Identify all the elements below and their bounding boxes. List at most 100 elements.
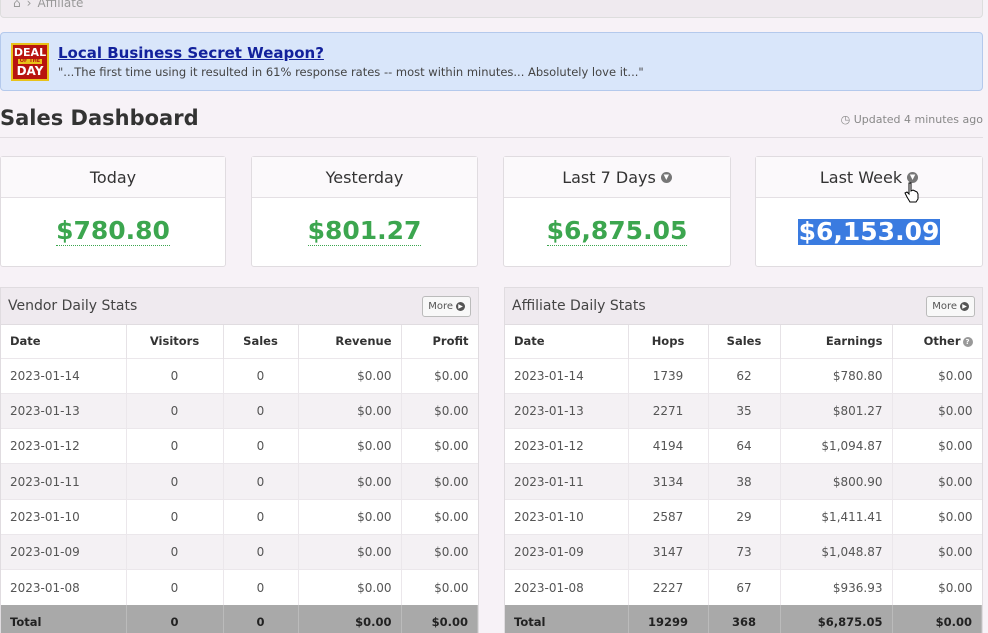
- table-cell: $0.00: [401, 357, 478, 394]
- total-row: Total 19299 368 $6,875.05 $0.00: [505, 605, 982, 633]
- table-cell: $1,094.87: [780, 428, 893, 464]
- deal-of-the-day-logo[interactable]: DEAL OF THE DAY: [11, 42, 49, 81]
- stat-card-today: Today $780.80: [0, 156, 226, 267]
- column-header[interactable]: Earnings: [780, 325, 893, 358]
- stat-card-yesterday: Yesterday $801.27: [251, 156, 478, 267]
- table-cell: 1739: [628, 357, 709, 394]
- table-cell: 2023-01-13: [505, 392, 629, 429]
- hand-cursor-icon: [904, 182, 919, 203]
- stat-value: $780.80: [56, 216, 170, 246]
- table-cell: 2023-01-12: [1, 428, 127, 464]
- total-cell: $6,875.05: [780, 605, 893, 633]
- total-cell: 0: [223, 605, 299, 633]
- table-row: 2023-01-10 2587 29 $1,411.41 $0.00: [505, 498, 982, 535]
- stat-value-selected: $6,153.09: [797, 216, 941, 246]
- table-cell: 62: [708, 357, 781, 394]
- table-cell: $0.00: [401, 498, 478, 535]
- chevron-down-icon[interactable]: ▼: [660, 171, 672, 183]
- table-cell: $0.00: [892, 392, 982, 429]
- table-cell: 2023-01-08: [1, 569, 127, 606]
- column-header[interactable]: Hops: [628, 325, 709, 358]
- table-cell: 64: [708, 428, 781, 464]
- stat-label: Last 7 Days: [562, 167, 656, 187]
- column-header[interactable]: Sales: [708, 325, 781, 358]
- chevron-right-icon: ▶: [456, 301, 465, 311]
- affiliate-daily-stats-panel: Affiliate Daily Stats More ▶ Date Hops Sa…: [504, 287, 983, 633]
- home-icon[interactable]: ⌂: [13, 0, 21, 10]
- table-cell: 0: [223, 533, 299, 570]
- table-cell: $801.27: [780, 392, 893, 429]
- breadcrumb-separator: ›: [26, 0, 32, 10]
- table-cell: 2023-01-10: [1, 498, 127, 535]
- panel-title: Vendor Daily Stats: [8, 298, 138, 314]
- affiliate-stats-table: Date Hops Sales Earnings Other? 2023-01-…: [505, 325, 982, 633]
- table-cell: 2587: [628, 498, 709, 535]
- help-icon[interactable]: ?: [962, 336, 973, 347]
- table-cell: 0: [223, 463, 299, 500]
- table-cell: $0.00: [401, 533, 478, 570]
- table-row: 2023-01-13 2271 35 $801.27 $0.00: [505, 392, 982, 429]
- column-header[interactable]: Visitors: [126, 325, 224, 358]
- table-cell: 35: [708, 392, 781, 429]
- table-cell: $0.00: [298, 533, 402, 570]
- table-cell: 2227: [628, 569, 709, 606]
- table-cell: $0.00: [298, 392, 402, 429]
- total-cell: $0.00: [298, 605, 402, 633]
- table-cell: 29: [708, 498, 781, 535]
- vendor-more-button[interactable]: More ▶: [422, 295, 471, 317]
- table-cell: $0.00: [401, 428, 478, 464]
- divider: [0, 137, 983, 138]
- column-header[interactable]: Sales: [223, 325, 299, 358]
- table-cell: $0.00: [892, 569, 982, 606]
- table-cell: $0.00: [892, 357, 982, 394]
- table-cell: 2023-01-12: [505, 428, 629, 464]
- table-row: 2023-01-13 0 0 $0.00 $0.00: [1, 392, 478, 429]
- table-cell: 2023-01-11: [505, 463, 629, 500]
- table-cell: $800.90: [780, 463, 893, 500]
- total-cell: 19299: [628, 605, 709, 633]
- table-row: 2023-01-11 3134 38 $800.90 $0.00: [505, 463, 982, 500]
- total-cell: $0.00: [401, 605, 478, 633]
- table-cell: 67: [708, 569, 781, 606]
- table-cell: 0: [223, 569, 299, 606]
- breadcrumb-current: Affiliate: [37, 0, 84, 10]
- stat-card-last-7-days: Last 7 Days ▼ $6,875.05: [503, 156, 731, 267]
- total-cell: 0: [126, 605, 224, 633]
- table-cell: $0.00: [892, 428, 982, 464]
- table-cell: 2023-01-08: [505, 569, 629, 606]
- table-cell: 3134: [628, 463, 709, 500]
- stat-label: Last Week: [819, 167, 903, 187]
- table-cell: 73: [708, 533, 781, 570]
- table-cell: 3147: [628, 533, 709, 570]
- table-cell: $1,048.87: [780, 533, 893, 570]
- total-cell: Total: [1, 605, 127, 633]
- chevron-down-icon[interactable]: ▼: [907, 171, 919, 183]
- table-cell: 2023-01-14: [505, 357, 629, 394]
- column-header[interactable]: Date: [505, 325, 629, 358]
- table-cell: $1,411.41: [780, 498, 893, 535]
- column-header[interactable]: Other?: [892, 325, 982, 358]
- column-header[interactable]: Date: [1, 325, 127, 358]
- table-row: 2023-01-14 0 0 $0.00 $0.00: [1, 357, 478, 394]
- table-row: 2023-01-09 3147 73 $1,048.87 $0.00: [505, 533, 982, 570]
- column-header[interactable]: Revenue: [298, 325, 402, 358]
- column-header[interactable]: Profit: [401, 325, 478, 358]
- table-row: 2023-01-14 1739 62 $780.80 $0.00: [505, 357, 982, 394]
- total-row: Total 0 0 $0.00 $0.00: [1, 605, 478, 633]
- table-cell: 0: [223, 392, 299, 429]
- total-cell: Total: [505, 605, 629, 633]
- promo-title-link[interactable]: Local Business Secret Weapon?: [58, 44, 644, 62]
- total-cell: $0.00: [892, 605, 982, 633]
- panel-title: Affiliate Daily Stats: [512, 298, 646, 314]
- stat-card-last-week: Last Week ▼ $6,153.09: [755, 156, 983, 267]
- total-cell: 368: [708, 605, 781, 633]
- stat-value: $801.27: [307, 216, 422, 246]
- table-cell: $0.00: [298, 357, 402, 394]
- table-row: 2023-01-12 0 0 $0.00 $0.00: [1, 428, 478, 464]
- promo-banner: DEAL OF THE DAY Local Business Secret We…: [0, 32, 983, 91]
- table-cell: 0: [126, 569, 224, 606]
- table-cell: $0.00: [401, 392, 478, 429]
- table-cell: $0.00: [892, 533, 982, 570]
- stat-value: $6,875.05: [546, 216, 688, 246]
- affiliate-more-button[interactable]: More ▶: [926, 295, 975, 317]
